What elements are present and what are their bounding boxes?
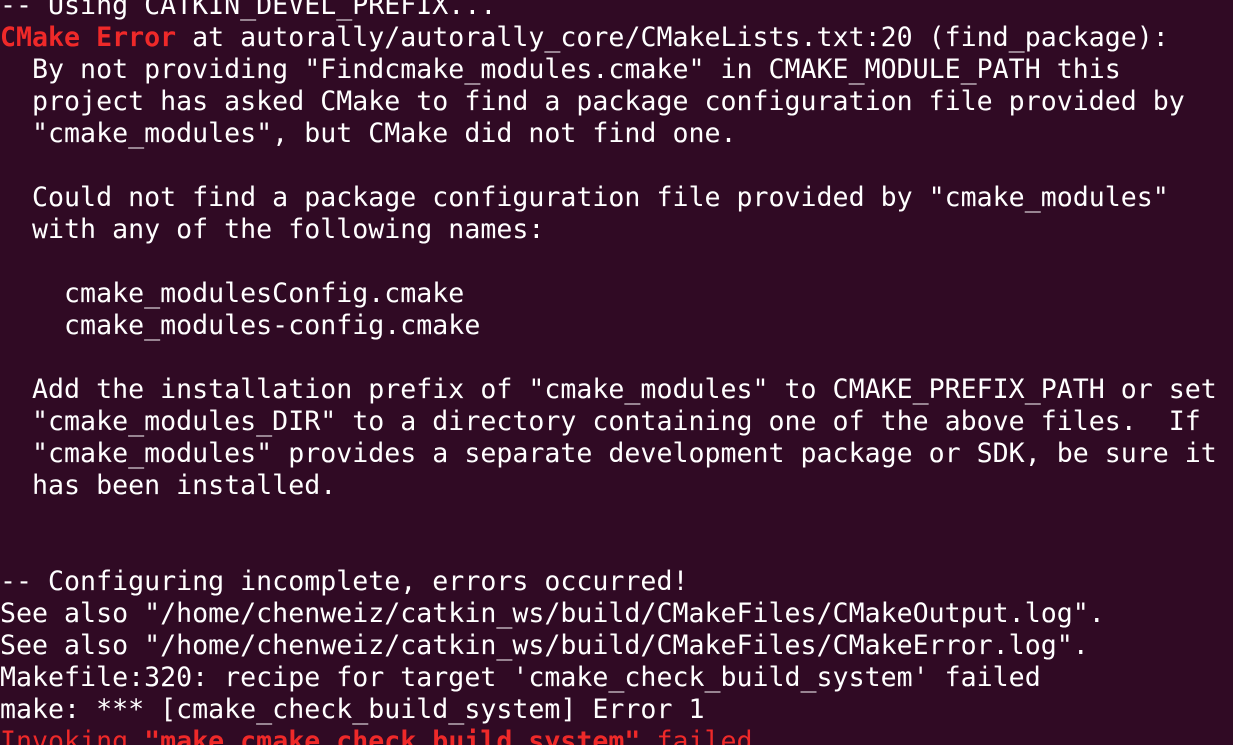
terminal-line: cmake_modules-config.cmake	[0, 310, 1217, 342]
terminal-line: with any of the following names:	[0, 214, 1217, 246]
output-text: By not providing "Findcmake_modules.cmak…	[0, 54, 1121, 85]
output-text: Could not find a package configuration f…	[0, 182, 1169, 213]
output-text: "cmake_modules_DIR" to a directory conta…	[0, 406, 1201, 437]
terminal-line: See also "/home/chenweiz/catkin_ws/build…	[0, 630, 1217, 662]
error-text: Invoking	[0, 726, 145, 745]
output-text: make: *** [cmake_check_build_system] Err…	[0, 694, 705, 725]
output-text: See also "/home/chenweiz/catkin_ws/build…	[0, 630, 1089, 661]
terminal-output: -- Using CATKIN_DEVEL_PREFIX... CMake Err…	[0, 0, 1217, 745]
output-text: Makefile:320: recipe for target 'cmake_c…	[0, 662, 1041, 693]
terminal-line: "cmake_modules_DIR" to a directory conta…	[0, 406, 1217, 438]
terminal-line: -- Using CATKIN_DEVEL_PREFIX...	[0, 0, 1217, 22]
output-text: See also "/home/chenweiz/catkin_ws/build…	[0, 598, 1105, 629]
output-text: project has asked CMake to find a packag…	[0, 86, 1185, 117]
error-text: "make cmake_check_build_system"	[144, 726, 641, 745]
terminal-line: CMake Error at autorally/autorally_core/…	[0, 22, 1217, 54]
terminal-line: "cmake_modules" provides a separate deve…	[0, 438, 1217, 470]
terminal-line: project has asked CMake to find a packag…	[0, 86, 1217, 118]
terminal-line: -- Configuring incomplete, errors occurr…	[0, 566, 1217, 598]
terminal-line: See also "/home/chenweiz/catkin_ws/build…	[0, 598, 1217, 630]
output-text: cmake_modulesConfig.cmake	[0, 278, 465, 309]
terminal-line: Invoking "make cmake_check_build_system"…	[0, 726, 1217, 745]
output-text: -- Using CATKIN_DEVEL_PREFIX...	[0, 0, 497, 21]
output-text: at autorally/autorally_core/CMakeLists.t…	[176, 22, 1169, 53]
terminal-line: By not providing "Findcmake_modules.cmak…	[0, 54, 1217, 86]
output-text: "cmake_modules", but CMake did not find …	[0, 118, 737, 149]
terminal-line: Could not find a package configuration f…	[0, 182, 1217, 214]
output-text: "cmake_modules" provides a separate deve…	[0, 438, 1217, 469]
terminal-window[interactable]: -- Using CATKIN_DEVEL_PREFIX... CMake Err…	[0, 0, 1233, 745]
output-text: cmake_modules-config.cmake	[0, 310, 481, 341]
output-text: Add the installation prefix of "cmake_mo…	[0, 374, 1217, 405]
terminal-line: make: *** [cmake_check_build_system] Err…	[0, 694, 1217, 726]
output-text: with any of the following names:	[0, 214, 545, 245]
terminal-line: cmake_modulesConfig.cmake	[0, 278, 1217, 310]
terminal-line: Add the installation prefix of "cmake_mo…	[0, 374, 1217, 406]
terminal-line: Makefile:320: recipe for target 'cmake_c…	[0, 662, 1217, 694]
output-text: -- Configuring incomplete, errors occurr…	[0, 566, 689, 597]
error-text: failed	[640, 726, 753, 745]
output-text: has been installed.	[0, 470, 337, 501]
error-text: CMake Error	[0, 22, 177, 53]
terminal-line: has been installed.	[0, 470, 1217, 502]
terminal-line: "cmake_modules", but CMake did not find …	[0, 118, 1217, 150]
